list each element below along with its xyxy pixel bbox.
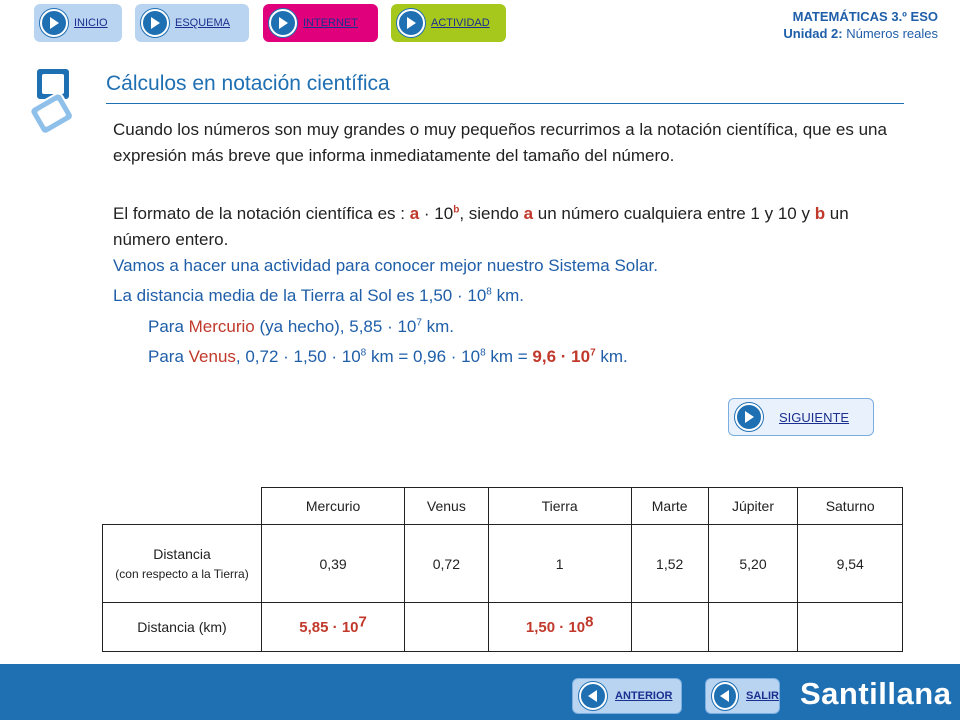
nav-esquema-button[interactable]: ESQUEMA	[135, 4, 249, 42]
anterior-button[interactable]: ANTERIOR	[572, 678, 682, 714]
table-cell: 1	[487, 524, 632, 603]
table-cell-jupiter-km	[707, 602, 799, 652]
table-row: Distancia (km) 5,85 · 107 1,50 · 108	[102, 602, 903, 652]
table-cell: 1,52	[630, 524, 709, 603]
venus-line: Para Venus, 0,72 · 1,50 · 108 km = 0,96 …	[148, 347, 628, 366]
nav-internet-label: INTERNET	[303, 17, 358, 29]
salir-button[interactable]: SALIR	[705, 678, 780, 714]
siguiente-button[interactable]: SIGUIENTE	[728, 398, 874, 436]
venus-result: 9,6 · 10	[532, 347, 591, 366]
format-paragraph: El formato de la notación científica es …	[113, 204, 849, 249]
nav-internet-button[interactable]: INTERNET	[263, 4, 378, 42]
play-icon	[141, 9, 169, 37]
play-icon	[269, 9, 297, 37]
salir-label: SALIR	[746, 690, 779, 702]
table-header: Marte	[630, 487, 709, 525]
table-row: Distancia (con respecto a la Tierra) 0,39…	[102, 524, 903, 603]
table-header: Júpiter	[707, 487, 799, 525]
nav-inicio-label: INICIO	[74, 17, 108, 29]
title-divider	[106, 103, 904, 104]
table-cell: 0,39	[260, 524, 406, 603]
siguiente-label: SIGUIENTE	[779, 409, 850, 425]
table-cell-tierra-km: 1,50 · 108	[487, 602, 632, 652]
intro-paragraph: Cuando los números son muy grandes o muy…	[113, 120, 887, 165]
earth-sun-distance: La distancia media de la Tierra al Sol e…	[113, 286, 524, 305]
mercury-line: Para Mercurio (ya hecho), 5,85 · 107 km.	[148, 317, 455, 336]
table-cell-mercurio-km: 5,85 · 107	[260, 602, 406, 652]
table-cell: 5,20	[707, 524, 799, 603]
play-icon	[735, 403, 763, 431]
subject-header: MATEMÁTICAS 3.º ESO Unidad 2: Números re…	[783, 8, 938, 42]
play-icon	[397, 9, 425, 37]
table-header: Venus	[404, 487, 489, 525]
brand-logo: Santillana	[800, 676, 952, 711]
table-cell-venus-km	[404, 602, 489, 652]
nav-actividad-label: ACTIVIDAD	[431, 17, 490, 29]
table-header-row: Mercurio Venus Tierra Marte Júpiter Satu…	[102, 487, 903, 525]
back-icon	[579, 682, 607, 710]
table-cell: 0,72	[404, 524, 489, 603]
row-label: Distancia (km)	[102, 602, 262, 652]
activity-text: Vamos a hacer una actividad para conocer…	[113, 256, 658, 275]
nav-actividad-button[interactable]: ACTIVIDAD	[391, 4, 506, 42]
table-cell: 9,54	[797, 524, 903, 603]
table-header: Saturno	[797, 487, 903, 525]
nav-inicio-button[interactable]: INICIO	[34, 4, 122, 42]
table-corner	[102, 487, 262, 525]
unit-label: Unidad 2: Números reales	[783, 26, 938, 41]
row-label: Distancia (con respecto a la Tierra)	[102, 524, 262, 603]
course-label: MATEMÁTICAS 3.º ESO	[792, 9, 938, 24]
nav-esquema-label: ESQUEMA	[175, 17, 231, 29]
anterior-label: ANTERIOR	[615, 690, 673, 702]
play-icon	[40, 9, 68, 37]
table-cell-marte-km	[630, 602, 709, 652]
table-header: Tierra	[487, 487, 632, 525]
page-title: Cálculos en notación científica	[106, 72, 390, 95]
table-header: Mercurio	[260, 487, 406, 525]
document-icon	[29, 67, 74, 135]
table-cell-saturno-km	[797, 602, 903, 652]
distances-table: Mercurio Venus Tierra Marte Júpiter Satu…	[102, 487, 903, 652]
back-icon	[712, 682, 738, 710]
